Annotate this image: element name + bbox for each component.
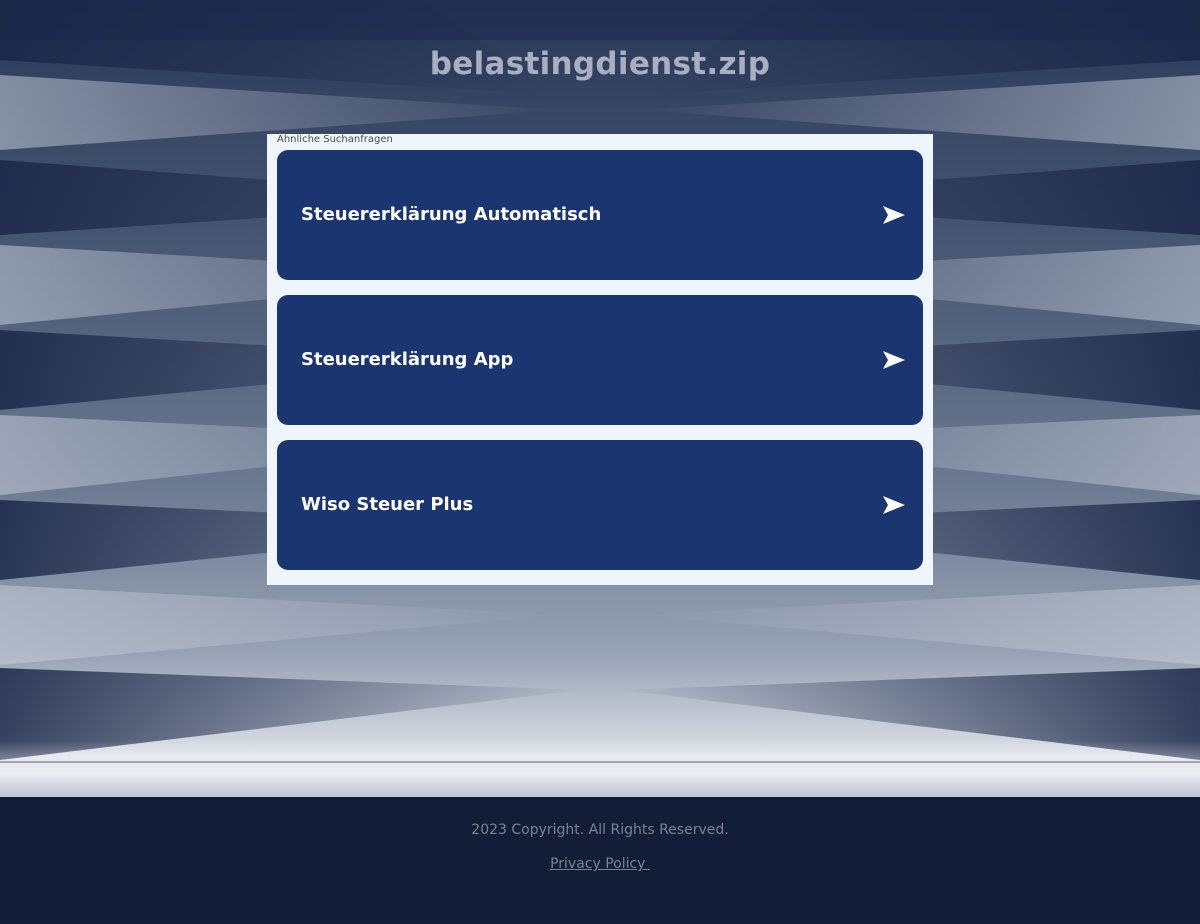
arrow-right-icon: [883, 206, 905, 224]
related-searches-panel: Ähnliche Suchanfragen Steuererklärung Au…: [267, 134, 933, 585]
related-search-link-3[interactable]: Wiso Steuer Plus: [277, 440, 923, 570]
related-search-label: Steuererklärung App: [301, 349, 514, 370]
privacy-policy-row: Privacy Policy: [0, 856, 1200, 872]
footer: 2023 Copyright. All Rights Reserved. Pri…: [0, 797, 1200, 924]
hero-background: belastingdienst.zip Ähnliche Suchanfrage…: [0, 0, 1200, 797]
related-search-label: Wiso Steuer Plus: [301, 494, 474, 515]
privacy-policy-link[interactable]: Privacy Policy: [550, 856, 650, 872]
arrow-right-icon: [883, 496, 905, 514]
related-search-link-1[interactable]: Steuererklärung Automatisch: [277, 150, 923, 280]
related-searches-label: Ähnliche Suchanfragen: [277, 134, 393, 145]
arrow-right-icon: [883, 351, 905, 369]
copyright-text: 2023 Copyright. All Rights Reserved.: [471, 822, 729, 838]
site-title: belastingdienst.zip: [429, 46, 771, 82]
related-search-link-2[interactable]: Steuererklärung App: [277, 295, 923, 425]
related-search-label: Steuererklärung Automatisch: [301, 204, 602, 225]
